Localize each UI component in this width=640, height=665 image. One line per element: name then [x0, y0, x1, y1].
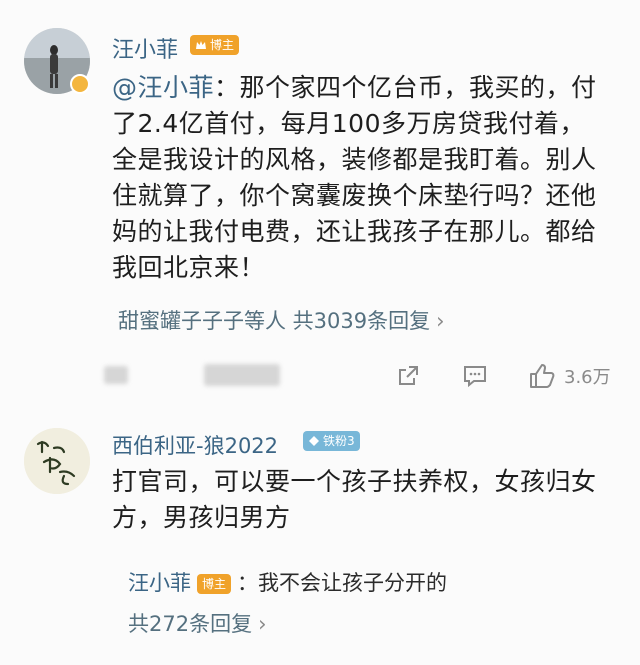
- comment-2: 西伯利亚-狼2022 铁粉3 打官司，可以要一个孩子扶养权，女孩归女 方，男孩归…: [0, 400, 640, 665]
- verified-icon: [70, 74, 90, 94]
- reply-summary-link[interactable]: 甜蜜罐子子子等人 共3039条回复 ›: [118, 305, 445, 335]
- comment-text: @汪小菲：那个家四个亿台币，我买的，付 了2.4亿首付，每月100多万房贷我付着…: [112, 70, 624, 286]
- fan-badge: 铁粉3: [303, 431, 360, 451]
- author-badge: 博主: [197, 574, 232, 594]
- like-count: 3.6万: [564, 367, 611, 388]
- comment-line-5: 妈的让我付电费，还让我孩子在那儿。都给: [112, 217, 597, 246]
- comment-line-2: 了2.4亿首付，每月100多万房贷我付着，: [112, 109, 585, 138]
- blurred-location: [204, 364, 280, 386]
- sub-reply-text: ：我不会让孩子分开的: [237, 571, 448, 595]
- comment-line-2: 方，男孩归男方: [112, 503, 291, 532]
- comment-line-4: 住就算了，你个窝囊废换个床垫行吗？还他: [112, 181, 597, 210]
- comment-line-1: ：那个家四个亿台币，我买的，付: [214, 73, 597, 102]
- author-badge-icon: [196, 41, 206, 49]
- author-badge: 博主: [190, 35, 240, 55]
- like-icon: [530, 364, 555, 388]
- avatar[interactable]: [24, 428, 90, 494]
- avatar-image: [24, 428, 90, 494]
- blurred-timestamp: [104, 366, 128, 384]
- reply-summary-link[interactable]: 共272条回复 ›: [128, 608, 267, 638]
- fan-badge-label: 铁粉3: [323, 434, 355, 448]
- chevron-right-icon: ›: [258, 612, 267, 636]
- author-badge-label: 博主: [210, 38, 235, 52]
- comment-text: 打官司，可以要一个孩子扶养权，女孩归女 方，男孩归男方: [112, 464, 624, 536]
- comment-button[interactable]: [462, 364, 488, 388]
- share-icon: [399, 366, 418, 385]
- username[interactable]: 汪小菲: [112, 32, 178, 64]
- sub-reply[interactable]: 汪小菲 博主 ：我不会让孩子分开的: [128, 567, 447, 597]
- chevron-right-icon: ›: [436, 309, 445, 333]
- author-badge-label: 博主: [202, 577, 227, 591]
- comment-1: 汪小菲 博主 @汪小菲：那个家四个亿台币，我买的，付 了2.4亿首付，每月100…: [0, 0, 640, 400]
- reply-summary-label: 共272条回复: [128, 612, 253, 636]
- share-button[interactable]: [396, 364, 420, 388]
- mention-link[interactable]: @汪小菲: [112, 73, 214, 102]
- fan-badge-icon: [309, 436, 319, 446]
- comment-line-1: 打官司，可以要一个孩子扶养权，女孩归女: [112, 467, 597, 496]
- reply-summary-label: 甜蜜罐子子子等人 共3039条回复: [118, 309, 431, 333]
- comment-line-6: 我回北京来！: [112, 253, 266, 282]
- comment-line-3: 全是我设计的风格，装修都是我盯着。别人: [112, 145, 597, 174]
- comment-icon: [464, 366, 486, 388]
- sub-reply-username[interactable]: 汪小菲: [128, 571, 191, 595]
- like-button[interactable]: 3.6万: [528, 362, 611, 390]
- username[interactable]: 西伯利亚-狼2022: [112, 430, 278, 460]
